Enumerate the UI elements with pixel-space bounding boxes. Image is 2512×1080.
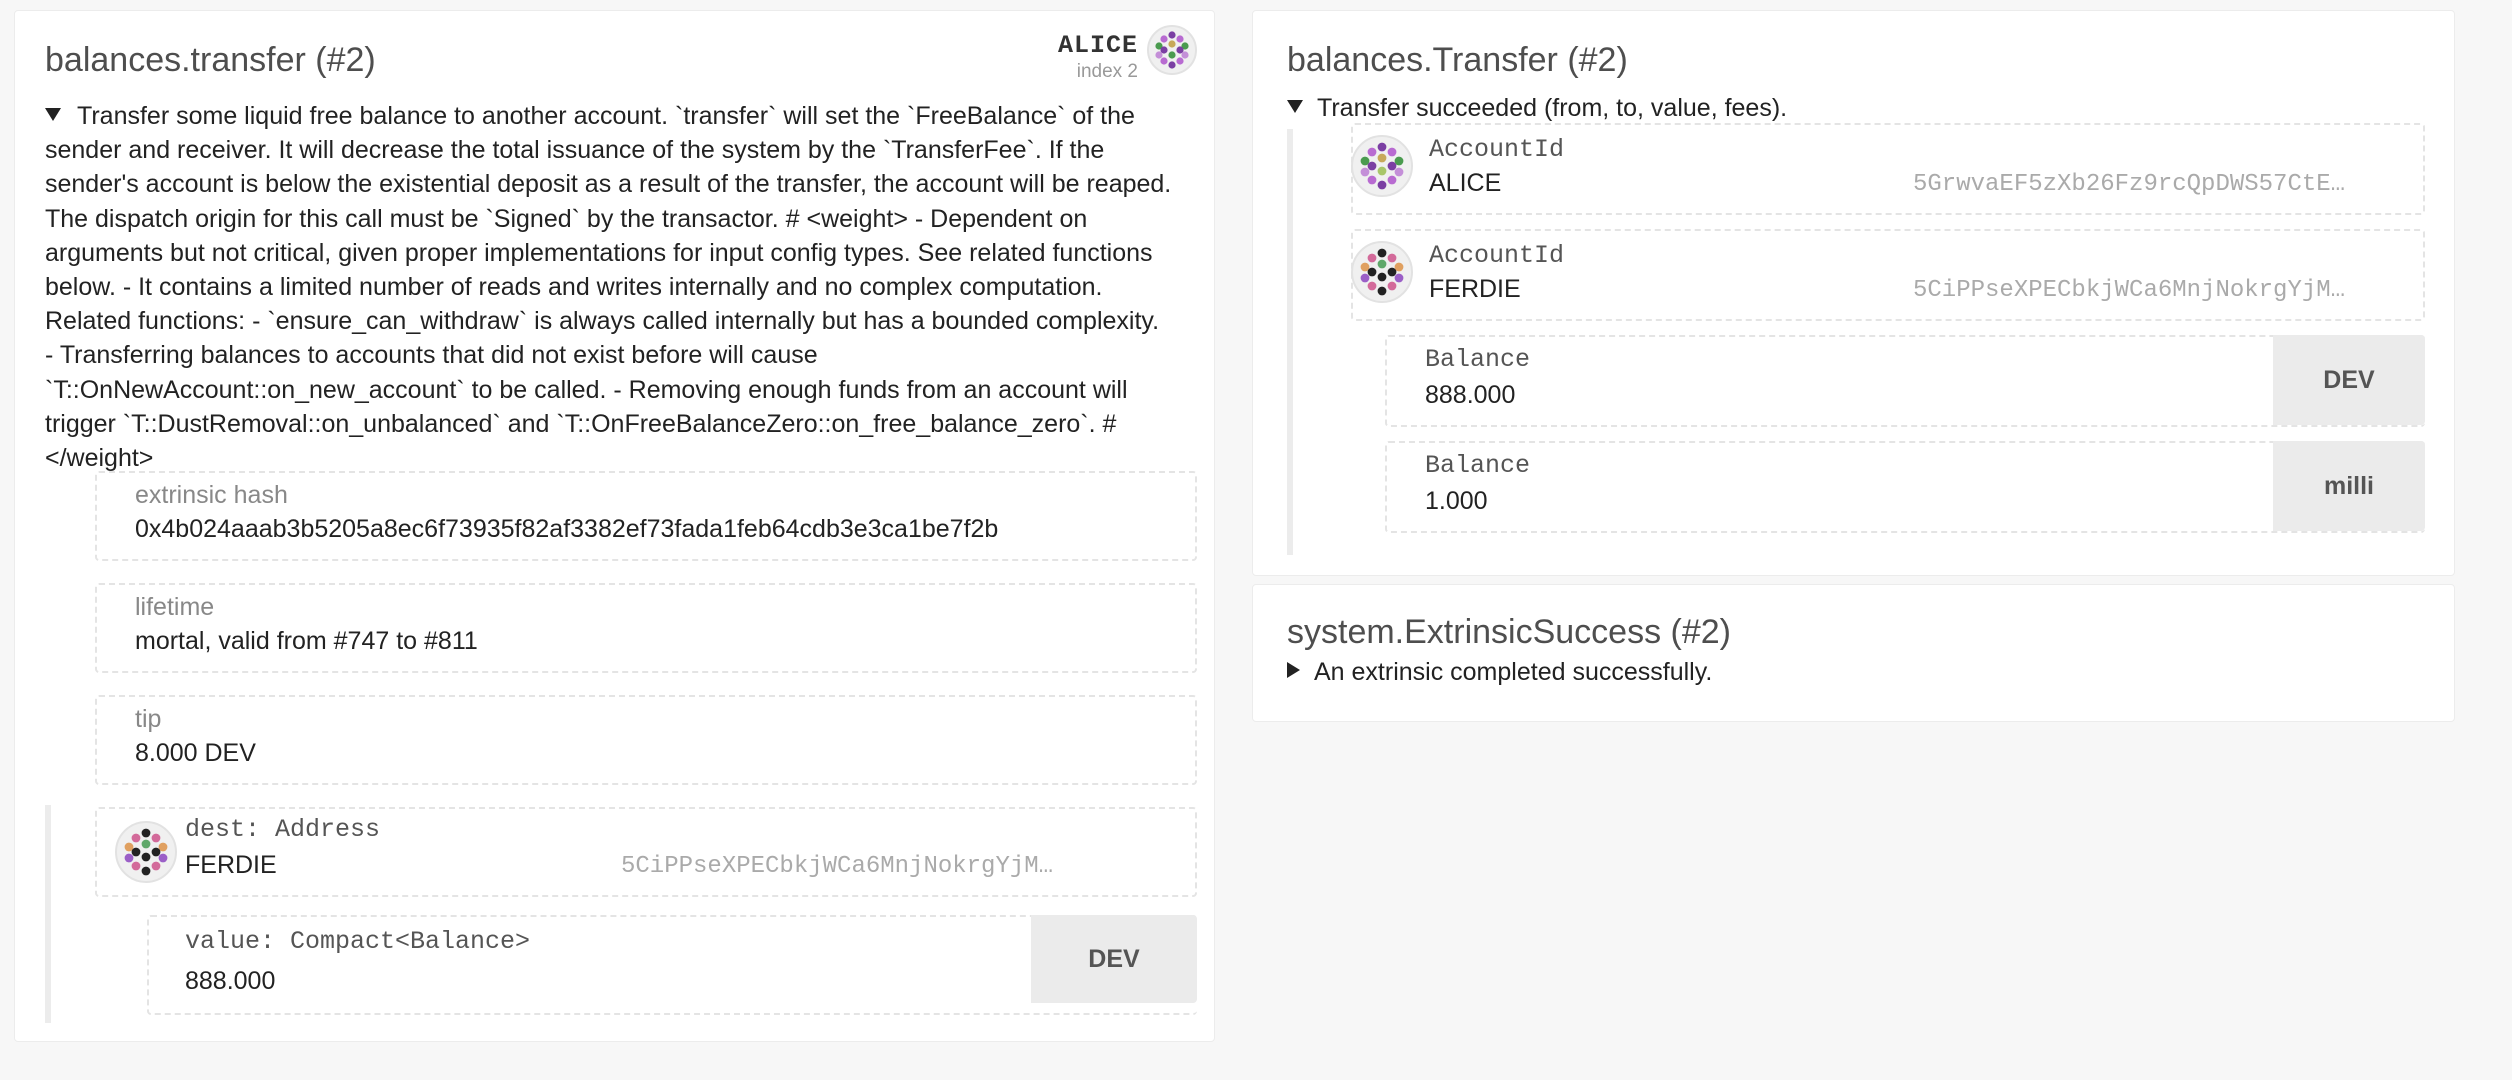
signer-name: ALICE (1057, 31, 1138, 60)
triangle-down-icon (1287, 99, 1303, 113)
lifetime-label: lifetime (135, 593, 215, 621)
event-fees-label: Balance (1425, 451, 1531, 480)
doc-line: `T::OnNewAccount::on_new_account` to be … (45, 375, 1128, 404)
tip-label: tip (135, 705, 162, 733)
transfer-event-card: balances.Transfer (#2) Transfer succeede… (1252, 10, 2455, 576)
event-to-name: FERDIE (1429, 275, 1521, 303)
extrinsic-hash-field[interactable]: extrinsic hash 0x4b024aaab3b5205a8ec6f73… (95, 471, 1197, 561)
transfer-event-title: balances.Transfer (#2) (1287, 41, 1628, 79)
lifetime-value: mortal, valid from #747 to #811 (135, 627, 478, 655)
event-from-name: ALICE (1429, 169, 1502, 197)
signer-index: index 2 (1076, 61, 1138, 82)
success-event-summary: An extrinsic completed successfully. (1314, 658, 1713, 686)
extrinsic-title: balances.transfer (#2) (45, 41, 376, 79)
lifetime-field[interactable]: lifetime mortal, valid from #747 to #811 (95, 583, 1197, 673)
event-fees-unit[interactable]: milli (2273, 441, 2425, 531)
event-fees-amount: 1.000 (1425, 487, 1488, 515)
success-event-toggle[interactable]: An extrinsic completed successfully. (1287, 655, 1712, 689)
event-value-label: Balance (1425, 345, 1531, 374)
event-to-label: AccountId (1429, 241, 1565, 270)
event-value-amount: 888.000 (1425, 381, 1516, 409)
value-param-amount: 888.000 (185, 967, 276, 995)
doc-line: arguments but not critical, given proper… (45, 238, 1153, 267)
ferdie-identicon-icon[interactable] (115, 821, 177, 883)
event-from-field[interactable]: AccountId ALICE 5GrwvaEF5zXb26Fz9rcQpDWS… (1351, 123, 2425, 215)
alice-identicon-icon[interactable] (1351, 135, 1413, 197)
doc-line: trigger `T::DustRemoval::on_unbalanced` … (45, 409, 1117, 438)
dest-param-field[interactable]: dest: Address FERDIE 5CiPPseXPECbkjWCa6M… (95, 807, 1197, 897)
doc-line: Transfer some liquid free balance to ano… (77, 102, 1135, 130)
event-fees-field[interactable]: Balance 1.000 (1385, 441, 2425, 533)
event-from-label: AccountId (1429, 135, 1565, 164)
ferdie-identicon-icon[interactable] (1351, 241, 1413, 303)
dest-param-label: dest: Address (185, 815, 381, 844)
params-rule (45, 805, 51, 1023)
dest-param-name: FERDIE (185, 851, 277, 879)
triangle-right-icon (1287, 662, 1300, 679)
event-params-rule (1287, 129, 1293, 555)
success-event-card: system.ExtrinsicSuccess (#2) An extrinsi… (1252, 584, 2455, 722)
tip-value: 8.000 DEV (135, 739, 256, 767)
extrinsic-card: balances.transfer (#2) ALICE index 2 Tra… (14, 10, 1215, 1042)
doc-line: sender's account is below the existentia… (45, 170, 1172, 199)
event-value-field[interactable]: Balance 888.000 (1385, 335, 2425, 427)
doc-line: The dispatch origin for this call must b… (45, 204, 1088, 233)
event-value-unit[interactable]: DEV (2273, 335, 2425, 425)
tip-field[interactable]: tip 8.000 DEV (95, 695, 1197, 785)
extrinsic-hash-label: extrinsic hash (135, 481, 288, 509)
doc-line: Related functions: - `ensure_can_withdra… (45, 307, 1160, 336)
transfer-event-toggle[interactable]: Transfer succeeded (from, to, value, fee… (1287, 91, 1787, 125)
dest-param-address: 5CiPPseXPECbkjWCa6MnjNokrgYjM… (621, 853, 1054, 880)
extrinsic-documentation: Transfer some liquid free balance to ano… (45, 99, 1205, 475)
doc-line: sender and receiver. It will decrease th… (45, 136, 1105, 165)
value-param-unit[interactable]: DEV (1031, 915, 1197, 1003)
transfer-event-summary: Transfer succeeded (from, to, value, fee… (1317, 94, 1788, 122)
doc-line: below. - It contains a limited number of… (45, 273, 1103, 302)
success-event-title: system.ExtrinsicSuccess (#2) (1287, 613, 1731, 651)
extrinsic-hash-value: 0x4b024aaab3b5205a8ec6f73935f82af3382ef7… (135, 515, 999, 543)
alice-identicon-icon[interactable] (1147, 25, 1197, 75)
event-from-address: 5GrwvaEF5zXb26Fz9rcQpDWS57CtE… (1913, 171, 2346, 198)
event-to-field[interactable]: AccountId FERDIE 5CiPPseXPECbkjWCa6MnjNo… (1351, 229, 2425, 321)
event-to-address: 5CiPPseXPECbkjWCa6MnjNokrgYjM… (1913, 277, 2346, 304)
doc-line: - Transferring balances to accounts that… (45, 341, 818, 370)
value-param-label: value: Compact<Balance> (185, 927, 531, 956)
